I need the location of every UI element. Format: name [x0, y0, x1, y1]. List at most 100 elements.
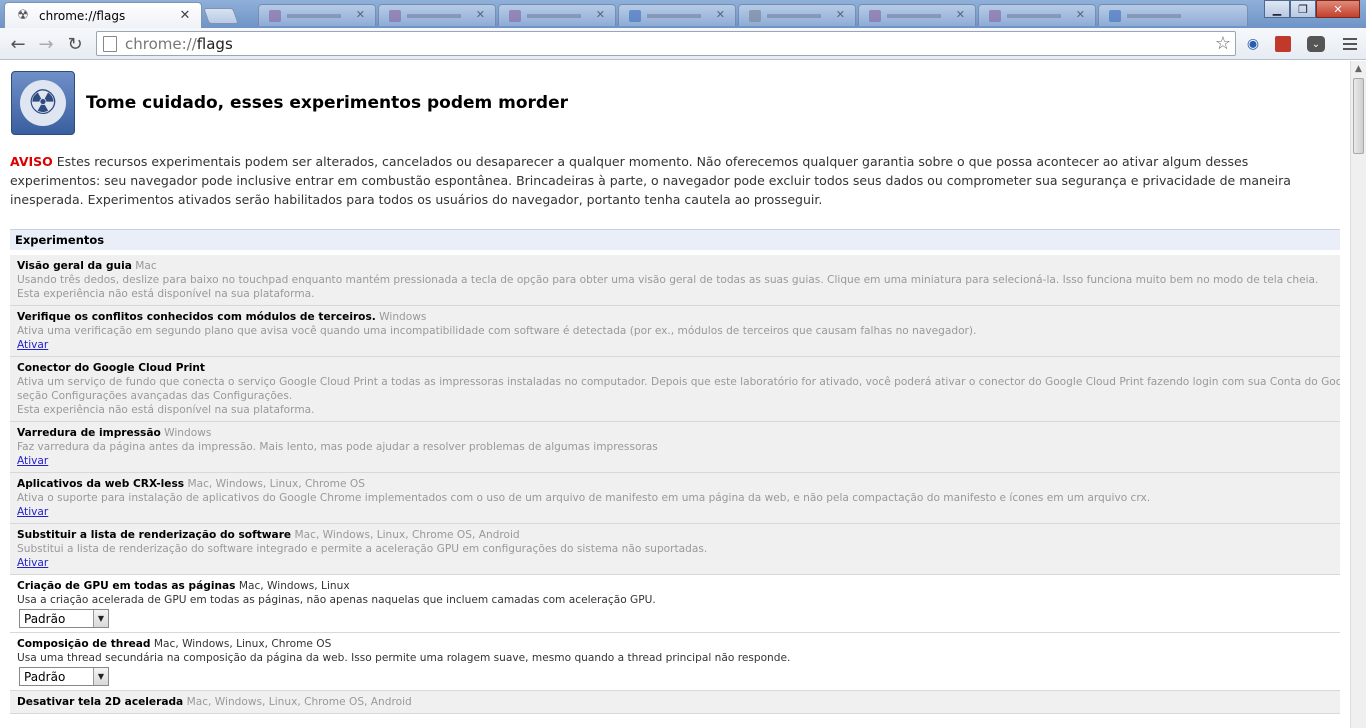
- page-icon: [103, 35, 117, 52]
- enable-link[interactable]: Ativar: [17, 557, 48, 569]
- dropdown-arrow-icon: ▼: [93, 668, 108, 685]
- experiment-name: Desativar tela 2D acelerada: [17, 696, 184, 708]
- experiment-name: Criação de GPU em todas as páginas: [17, 580, 236, 592]
- select-value: Padrão: [24, 611, 66, 626]
- experiment-desc: Ativa o suporte para instalação de aplic…: [17, 492, 1151, 504]
- menu-icon[interactable]: [1340, 34, 1360, 54]
- experiment-platforms: Mac, Windows, Linux, Chrome OS: [153, 638, 332, 650]
- experiment-desc-continued: seção Configurações avançadas das Config…: [17, 390, 293, 402]
- minimize-icon[interactable]: ▁: [1264, 0, 1290, 18]
- warning-body: Estes recursos experimentais podem ser a…: [10, 154, 1291, 207]
- experiment-item: Desativar tela 2D acelerada Mac, Windows…: [10, 691, 1340, 714]
- experiment-platforms: Mac, Windows, Linux, Chrome OS, Android: [186, 696, 412, 708]
- background-tab[interactable]: [1098, 4, 1248, 26]
- close-icon[interactable]: ✕: [956, 8, 965, 21]
- experiment-platforms: Mac, Windows, Linux, Chrome OS, Android: [294, 529, 520, 541]
- experiment-note: Esta experiência não está disponível na …: [17, 288, 315, 300]
- bookmark-extension-icon[interactable]: [1275, 36, 1291, 52]
- experiment-item: Substituir a lista de renderização do so…: [10, 524, 1340, 575]
- dropdown-arrow-icon: ▼: [93, 610, 108, 627]
- favicon-icon: [1109, 10, 1121, 22]
- experiment-item: Criação de GPU em todas as páginas Mac, …: [10, 575, 1340, 633]
- experiment-name: Aplicativos da web CRX-less: [17, 478, 185, 490]
- experiment-note: Esta experiência não está disponível na …: [17, 404, 315, 416]
- address-bar[interactable]: chrome://flags ☆: [96, 31, 1236, 56]
- favicon-icon: [869, 10, 881, 22]
- page-title: Tome cuidado, esses experimentos podem m…: [86, 93, 569, 113]
- experiment-platforms: Mac, Windows, Linux: [238, 580, 350, 592]
- favicon-icon: [989, 10, 1001, 22]
- experiment-select[interactable]: Padrão ▼: [19, 667, 109, 686]
- experiment-desc: Ativa um serviço de fundo que conecta o …: [17, 376, 1340, 388]
- tab-flags[interactable]: ☢ chrome://flags ✕: [4, 2, 202, 28]
- select-value: Padrão: [24, 669, 66, 684]
- window-titlebar: ☢ chrome://flags ✕ ✕ ✕ ✕ ✕ ✕ ✕ ✕ ▁ ❐ ✕: [0, 0, 1366, 28]
- radiation-icon: ☢: [17, 8, 29, 23]
- experiment-name: Varredura de impressão: [17, 427, 161, 439]
- new-tab-button[interactable]: [203, 8, 239, 24]
- favicon-icon: [389, 10, 401, 22]
- close-icon[interactable]: ✕: [596, 8, 605, 21]
- experiment-desc: Substitui a lista de renderização do sof…: [17, 543, 708, 555]
- experiment-name: Composição de thread: [17, 638, 151, 650]
- experiment-platforms: Mac: [135, 260, 157, 272]
- experiment-item: Visão geral da guia Mac Usando três dedo…: [10, 255, 1340, 306]
- close-icon[interactable]: ✕: [836, 8, 845, 21]
- background-tab[interactable]: ✕: [618, 4, 736, 26]
- close-icon[interactable]: ✕: [177, 8, 193, 23]
- browser-toolbar: ← → ↻ chrome://flags ☆ ◉ ⌄: [0, 28, 1366, 60]
- page-header: ☢ Tome cuidado, esses experimentos podem…: [11, 71, 568, 135]
- enable-link[interactable]: Ativar: [17, 455, 48, 467]
- close-icon[interactable]: ✕: [1076, 8, 1085, 21]
- experiment-name: Substituir a lista de renderização do so…: [17, 529, 292, 541]
- close-icon[interactable]: ✕: [716, 8, 725, 21]
- experiment-item: Conector do Google Cloud Print Ativa um …: [10, 357, 1340, 422]
- star-icon[interactable]: ☆: [1215, 33, 1231, 54]
- url-host: flags: [196, 34, 233, 53]
- background-tab[interactable]: ✕: [258, 4, 376, 26]
- enable-link[interactable]: Ativar: [17, 339, 48, 351]
- experiment-item: Varredura de impressão Windows Faz varre…: [10, 422, 1340, 473]
- scrollbar-thumb[interactable]: [1353, 78, 1364, 154]
- vertical-scrollbar[interactable]: ▲: [1350, 61, 1366, 728]
- experiment-item: Verifique os conflitos conhecidos com mó…: [10, 306, 1340, 357]
- favicon-icon: [269, 10, 281, 22]
- experiment-desc: Faz varredura da página antes da impress…: [17, 441, 658, 453]
- experiment-name: Visão geral da guia: [17, 260, 132, 272]
- tab-title: chrome://flags: [39, 8, 126, 23]
- background-tab[interactable]: ✕: [498, 4, 616, 26]
- back-arrow-icon[interactable]: ←: [6, 32, 30, 56]
- close-icon[interactable]: ✕: [356, 8, 365, 21]
- experiment-platforms: Windows: [379, 311, 427, 323]
- close-icon[interactable]: ✕: [476, 8, 485, 21]
- background-tab[interactable]: ✕: [378, 4, 496, 26]
- background-tab[interactable]: ✕: [858, 4, 976, 26]
- experiment-name: Conector do Google Cloud Print: [17, 362, 205, 374]
- favicon-icon: [509, 10, 521, 22]
- enable-link[interactable]: Ativar: [17, 506, 48, 518]
- window-close-icon[interactable]: ✕: [1316, 0, 1360, 18]
- reload-icon[interactable]: ↻: [63, 32, 87, 56]
- experiment-desc: Usa a criação acelerada de GPU em todas …: [17, 594, 656, 606]
- warning-label: AVISO: [10, 154, 53, 169]
- forward-arrow-icon[interactable]: →: [34, 32, 58, 56]
- scroll-up-icon[interactable]: ▲: [1351, 61, 1366, 77]
- favicon-icon: [629, 10, 641, 22]
- background-tab[interactable]: ✕: [738, 4, 856, 26]
- experiment-desc: Usando três dedos, deslize para baixo no…: [17, 274, 1319, 286]
- pocket-icon[interactable]: ⌄: [1307, 36, 1325, 52]
- favicon-icon: [749, 10, 761, 22]
- background-tab[interactable]: ✕: [978, 4, 1096, 26]
- experiment-desc: Ativa uma verificação em segundo plano q…: [17, 325, 977, 337]
- globe-icon[interactable]: ◉: [1243, 34, 1263, 54]
- url-scheme: chrome://: [125, 34, 197, 53]
- section-title: Experimentos: [10, 229, 1340, 250]
- radiation-logo-icon: ☢: [11, 71, 75, 135]
- experiment-name: Verifique os conflitos conhecidos com mó…: [17, 311, 376, 323]
- experiment-desc: Usa uma thread secundária na composição …: [17, 652, 791, 664]
- maximize-icon[interactable]: ❐: [1290, 0, 1316, 18]
- experiment-list: Visão geral da guia Mac Usando três dedo…: [10, 255, 1340, 714]
- experiment-select[interactable]: Padrão ▼: [19, 609, 109, 628]
- warning-text: AVISO Estes recursos experimentais podem…: [10, 152, 1340, 209]
- window-controls: ▁ ❐ ✕: [1264, 0, 1360, 18]
